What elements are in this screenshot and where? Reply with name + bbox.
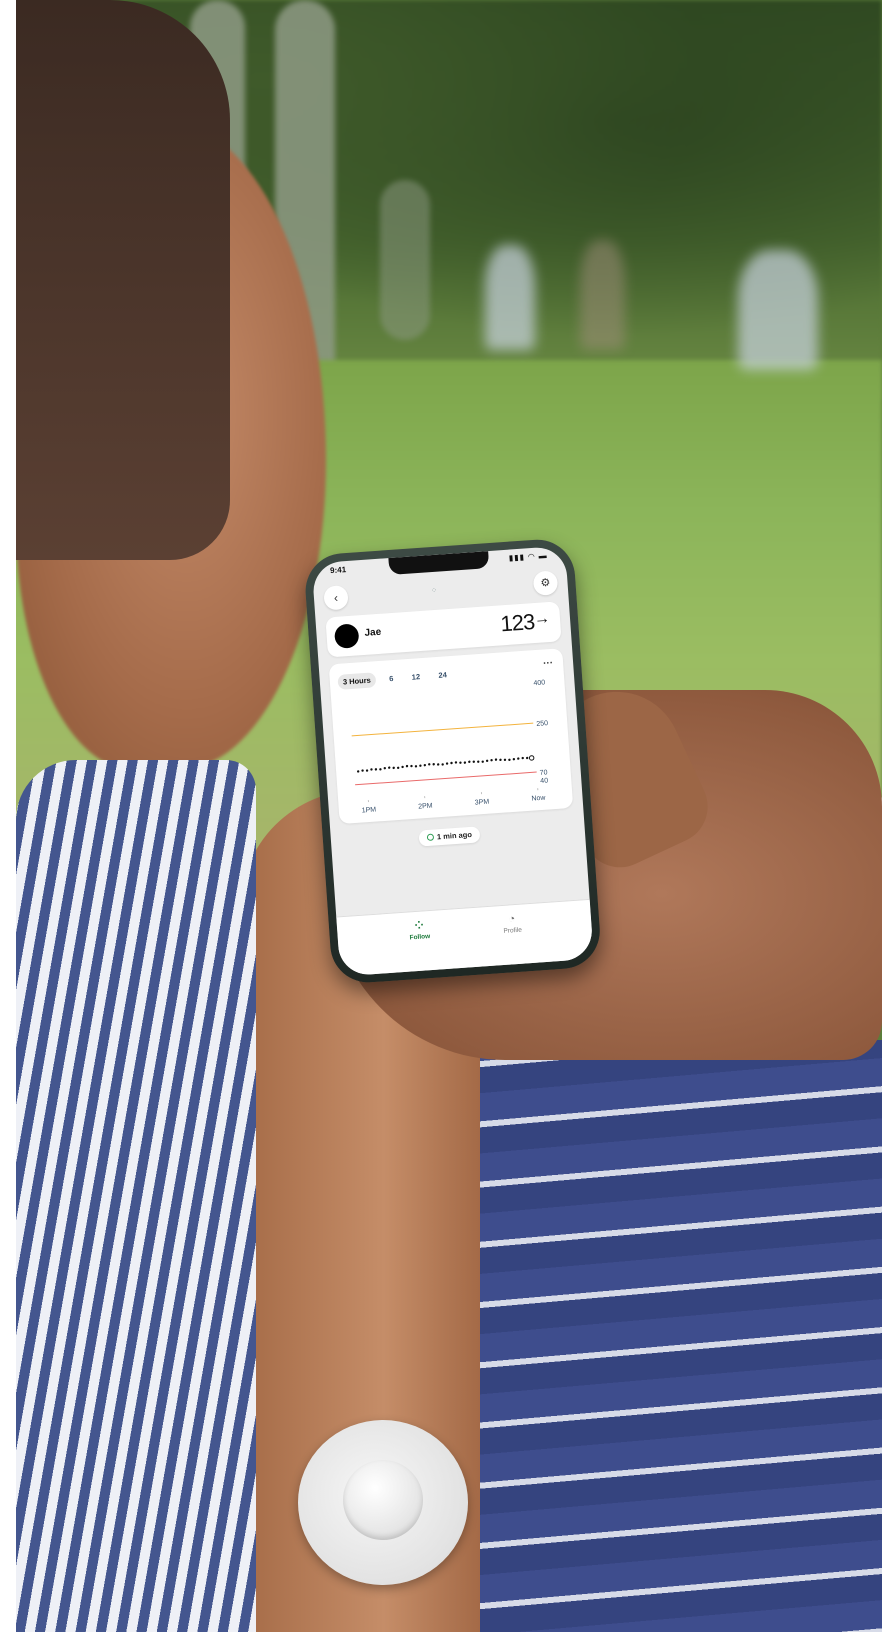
glucose-reading-point [374,768,378,771]
glucose-reading-point [463,761,467,764]
tree-trunk [380,180,430,340]
glucose-sensor [298,1420,468,1585]
avatar [333,623,360,649]
glucose-reading-point [454,761,458,764]
last-updated-text: 1 min ago [436,829,473,842]
tab-follow-label: Follow [409,933,431,942]
glucose-reading-point [379,768,382,771]
x-tick-label: 3PM [475,799,490,807]
glucose-reading-point [481,760,484,763]
clock-icon [426,833,435,842]
glucose-reading-point [401,765,404,769]
glucose-chart-card: 3 Hours 6 12 24 ··· 400 250 70 40 1PM 2PM 3PM N… [328,648,574,825]
glucose-reading-point [445,762,449,765]
phone-screen: 9:41 ▮▮▮ ◠ ▬ ‹ ⁘ ⚙ Jae 123 → 3 Hours 6 1… [311,545,594,977]
glucose-reading-point [396,766,400,770]
girl-hair [0,0,230,560]
glucose-value: 123 [499,609,536,637]
y-tick-label: 70 [540,769,548,777]
x-tick-label: 1PM [362,807,377,815]
tab-profile-label: Profile [503,926,523,935]
range-tab-6[interactable]: 6 [384,671,399,687]
glucose-reading-point [512,757,516,761]
image-border [0,0,16,1632]
range-tab-12[interactable]: 12 [406,669,425,685]
x-tick-label: 2PM [418,803,433,811]
tab-profile[interactable]: ◔ Profile [482,911,543,936]
glucose-reading-point [432,763,435,766]
glucose-reading-point [521,756,524,760]
range-tab-24[interactable]: 24 [433,667,452,683]
y-tick-label: 250 [536,720,548,728]
sensor-core [343,1460,423,1540]
more-options-button[interactable]: ··· [543,658,554,670]
tab-bar: ⁘ Follow ◔ Profile [336,898,594,977]
glucose-reading-point [525,756,529,760]
glucose-reading-point [388,766,391,769]
back-button[interactable]: ‹ [323,584,349,611]
x-tick-label: Now [531,795,546,803]
tab-follow[interactable]: ⁘ Follow [389,918,450,943]
glucose-chart: 400 250 7040 1PM 2PM 3PM Now [351,679,548,815]
glucose-reading-point [508,758,511,761]
glucose-reading-point [410,764,413,768]
glucose-reading-point [499,758,502,762]
phone-body: 9:41 ▮▮▮ ◠ ▬ ‹ ⁘ ⚙ Jae 123 → 3 Hours 6 1… [303,537,603,985]
y-tick-label: 400 [533,679,545,687]
glucose-reading-point [436,763,440,766]
glucose-reading-point [441,763,444,766]
high-threshold-line [351,722,534,737]
glucose-reading-point [392,766,395,770]
sliders-icon: ⚙ [540,576,551,590]
glucose-reading-point [405,764,409,768]
status-time: 9:41 [329,565,347,576]
background-person [738,250,818,370]
chevron-left-icon: ‹ [333,590,339,605]
glucose-reading-point [459,761,462,764]
app-logo-icon: ⁘ [430,585,437,596]
background-person [485,245,535,350]
glucose-reading-point [428,763,431,766]
settings-button[interactable]: ⚙ [532,570,559,596]
current-reading-point [528,755,535,761]
profile-icon: ◔ [508,913,516,926]
glucose-reading-point [517,757,520,760]
signal-wifi-battery-icon: ▮▮▮ ◠ ▬ [508,550,548,563]
glucose-reading-point [419,764,422,767]
glucose-reading-point [383,767,386,770]
glucose-reading-point [477,760,480,763]
last-updated-pill: 1 min ago [418,826,481,847]
background-person [580,240,625,350]
glucose-reading-point [361,769,364,772]
person-name: Jae [364,626,382,639]
glucose-reading-point [503,758,507,762]
glucose-reading-point [494,758,498,761]
low-threshold-line [355,771,537,786]
glucose-reading-point [423,763,427,767]
glucose-reading-point [468,760,471,763]
glucose-reading-point [450,761,453,765]
glucose-reading-point [414,765,418,768]
phone: 9:41 ▮▮▮ ◠ ▬ ‹ ⁘ ⚙ Jae 123 → 3 Hours 6 1… [303,535,633,995]
follow-icon: ⁘ [414,919,425,933]
glucose-reading-point [485,759,489,762]
glucose-reading-point [356,770,360,773]
trend-arrow-icon: → [533,609,551,629]
glucose-reading-point [370,768,373,771]
striped-dress [16,760,256,1632]
glucose-reading-point [472,760,475,763]
glucose-reading-point [490,759,493,762]
glucose-reading-point [365,769,369,772]
y-tick-label: 40 [540,777,548,785]
